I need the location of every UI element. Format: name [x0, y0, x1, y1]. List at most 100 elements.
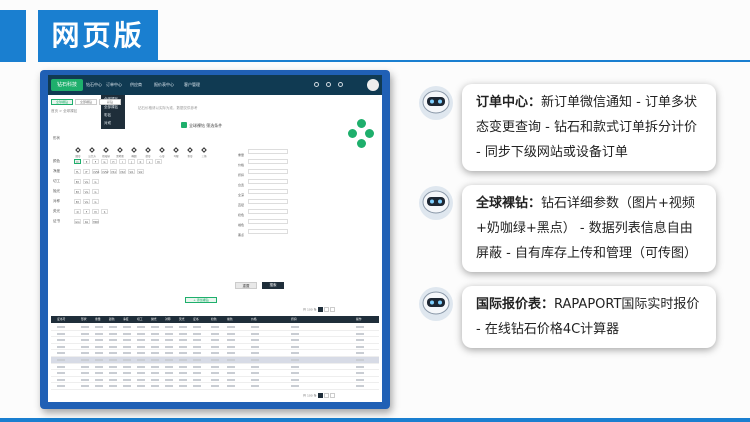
table-row[interactable] [51, 370, 379, 377]
search-button[interactable]: 搜索 [262, 282, 284, 289]
chip[interactable]: G [92, 189, 99, 194]
chip[interactable]: EX [74, 179, 81, 184]
chip[interactable]: VG [83, 189, 90, 194]
chip[interactable]: HRD [92, 219, 99, 224]
shape-option[interactable]: 雷地恩 [116, 147, 124, 159]
shape-option[interactable]: 垫形 [186, 147, 194, 159]
table-row[interactable] [51, 364, 379, 371]
shape-option[interactable]: 马眼 [172, 147, 180, 159]
chip[interactable]: F [83, 209, 90, 214]
table-cell [193, 372, 201, 375]
chip[interactable]: VS2 [119, 169, 126, 174]
table-cell [193, 345, 201, 348]
table-cell [95, 352, 103, 355]
fab-button[interactable] [348, 129, 357, 138]
pagination[interactable]: 共 100 条 [303, 307, 335, 312]
chip[interactable]: VG [83, 179, 90, 184]
shape-option[interactable]: 心形 [158, 147, 166, 159]
tab-global-diamond[interactable]: 全球裸钻 [51, 99, 73, 105]
chip[interactable]: VVS2 [101, 169, 109, 174]
chip[interactable]: L [146, 159, 153, 164]
fab-button[interactable] [357, 139, 366, 148]
table-cell [81, 345, 89, 348]
tab-all-diamond[interactable]: 全部裸钻 [75, 99, 97, 105]
fab-button[interactable] [365, 129, 374, 138]
table-row[interactable] [51, 324, 379, 331]
table-cell [211, 365, 219, 368]
nav-item-price[interactable]: 报价表中心 [154, 81, 174, 89]
chip[interactable]: G [92, 199, 99, 204]
shape-option[interactable]: 祖母绿 [102, 147, 110, 159]
search-icon[interactable] [314, 82, 319, 87]
table-cell [123, 339, 131, 342]
chip[interactable]: J [128, 159, 135, 164]
shape-option[interactable]: 公主方 [88, 147, 96, 159]
table-cell [95, 358, 103, 361]
table-row[interactable] [51, 383, 379, 390]
nav-item-diamond[interactable]: 钻石中心 [86, 81, 102, 89]
table-cell [165, 339, 173, 342]
table-cell [211, 339, 219, 342]
chip[interactable]: H [110, 159, 117, 164]
chip[interactable]: FL [74, 169, 81, 174]
chip[interactable]: K [137, 159, 144, 164]
table-row[interactable] [51, 377, 379, 384]
table-cell [109, 358, 117, 361]
nav-item-order[interactable]: 订单中心 [106, 81, 122, 89]
shape-option[interactable]: 椭圆 [130, 147, 138, 159]
chip[interactable]: M [155, 159, 162, 164]
chip[interactable]: VVS1 [92, 169, 100, 174]
table-row[interactable] [51, 344, 379, 351]
add-diamond-button[interactable]: + 添加裸钻 [185, 297, 217, 303]
bell-icon[interactable] [338, 82, 343, 87]
app-logo[interactable]: 钻石科技 [51, 79, 83, 91]
chip[interactable]: IGI [83, 219, 90, 224]
table-cell [356, 378, 364, 381]
chip[interactable]: G [92, 179, 99, 184]
diamond-icon [159, 147, 165, 153]
table-cell [165, 372, 173, 375]
dropdown-item[interactable]: 对戒 [101, 119, 125, 127]
settings-icon[interactable] [326, 82, 331, 87]
nav-item-customer[interactable]: 客户管理 [184, 81, 200, 89]
chip[interactable]: EX [74, 189, 81, 194]
chip[interactable]: F [92, 159, 99, 164]
table-cell [356, 326, 364, 328]
chip[interactable]: M [92, 209, 99, 214]
chip[interactable]: VS1 [110, 169, 117, 174]
fab-button[interactable] [357, 119, 366, 128]
chip[interactable]: IF [83, 169, 90, 174]
pagination[interactable]: 共 100 条 [303, 393, 335, 398]
table-row[interactable] [51, 331, 379, 338]
shape-option[interactable]: 圆形 [74, 147, 82, 159]
table-cell [179, 326, 187, 328]
chip[interactable]: N [74, 209, 81, 214]
shape-option[interactable]: 梨形 [144, 147, 152, 159]
table-cell [137, 326, 145, 328]
reset-button[interactable]: 重置 [235, 282, 257, 289]
table-row[interactable] [51, 356, 379, 364]
nav-item-supplier[interactable]: 供应商 [130, 81, 142, 89]
chip[interactable]: VG [83, 199, 90, 204]
tab-color-diamond[interactable]: 彩钻 [99, 99, 121, 105]
chip[interactable]: SI2 [137, 169, 144, 174]
shape-option[interactable]: 三角 [200, 147, 208, 159]
table-row[interactable] [51, 337, 379, 344]
avatar[interactable] [367, 79, 379, 91]
range-row: 全深 [238, 181, 348, 197]
table-cell [137, 385, 145, 388]
dropdown-item[interactable]: 彩钻 [101, 111, 125, 119]
table-row[interactable] [51, 350, 379, 357]
chip[interactable]: I [119, 159, 126, 164]
chip[interactable]: S [101, 209, 108, 214]
table-cell [151, 339, 159, 342]
chip[interactable]: SI1 [128, 169, 135, 174]
table-cell [179, 365, 187, 368]
range-input[interactable] [248, 229, 288, 234]
chip[interactable]: GIA [74, 219, 81, 224]
table-cell [151, 365, 159, 368]
chip[interactable]: D [74, 159, 81, 164]
chip[interactable]: G [101, 159, 108, 164]
chip[interactable]: EX [74, 199, 81, 204]
chip[interactable]: E [83, 159, 90, 164]
